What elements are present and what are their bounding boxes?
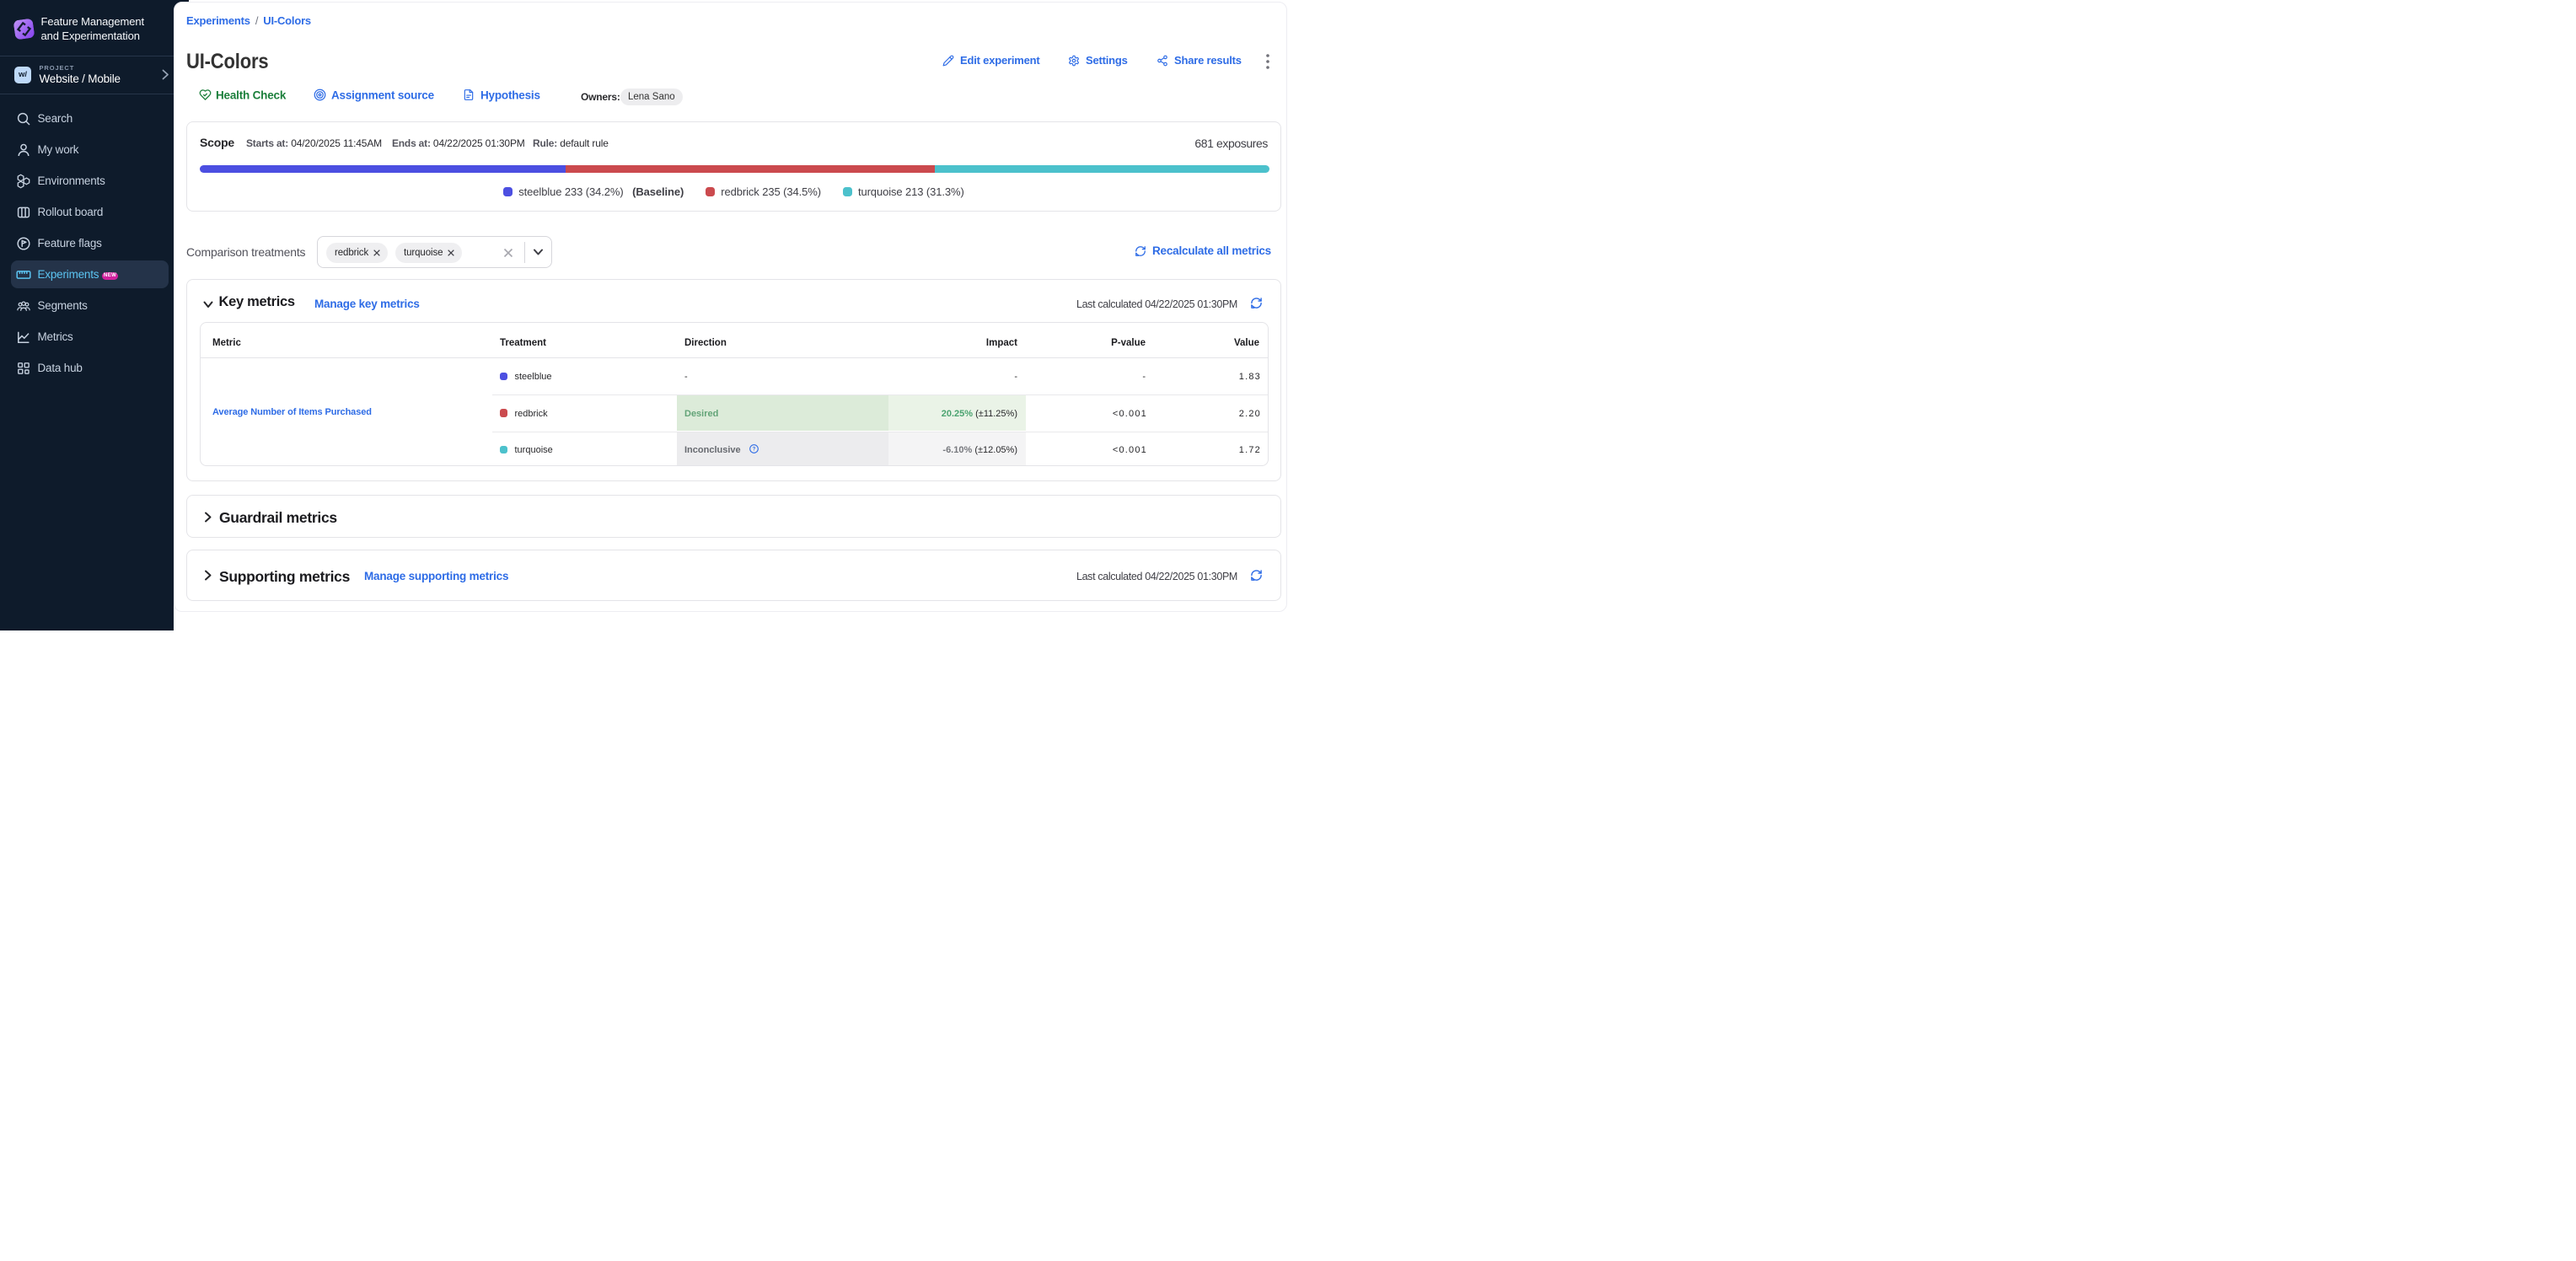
svg-text:?: ?	[753, 446, 756, 452]
